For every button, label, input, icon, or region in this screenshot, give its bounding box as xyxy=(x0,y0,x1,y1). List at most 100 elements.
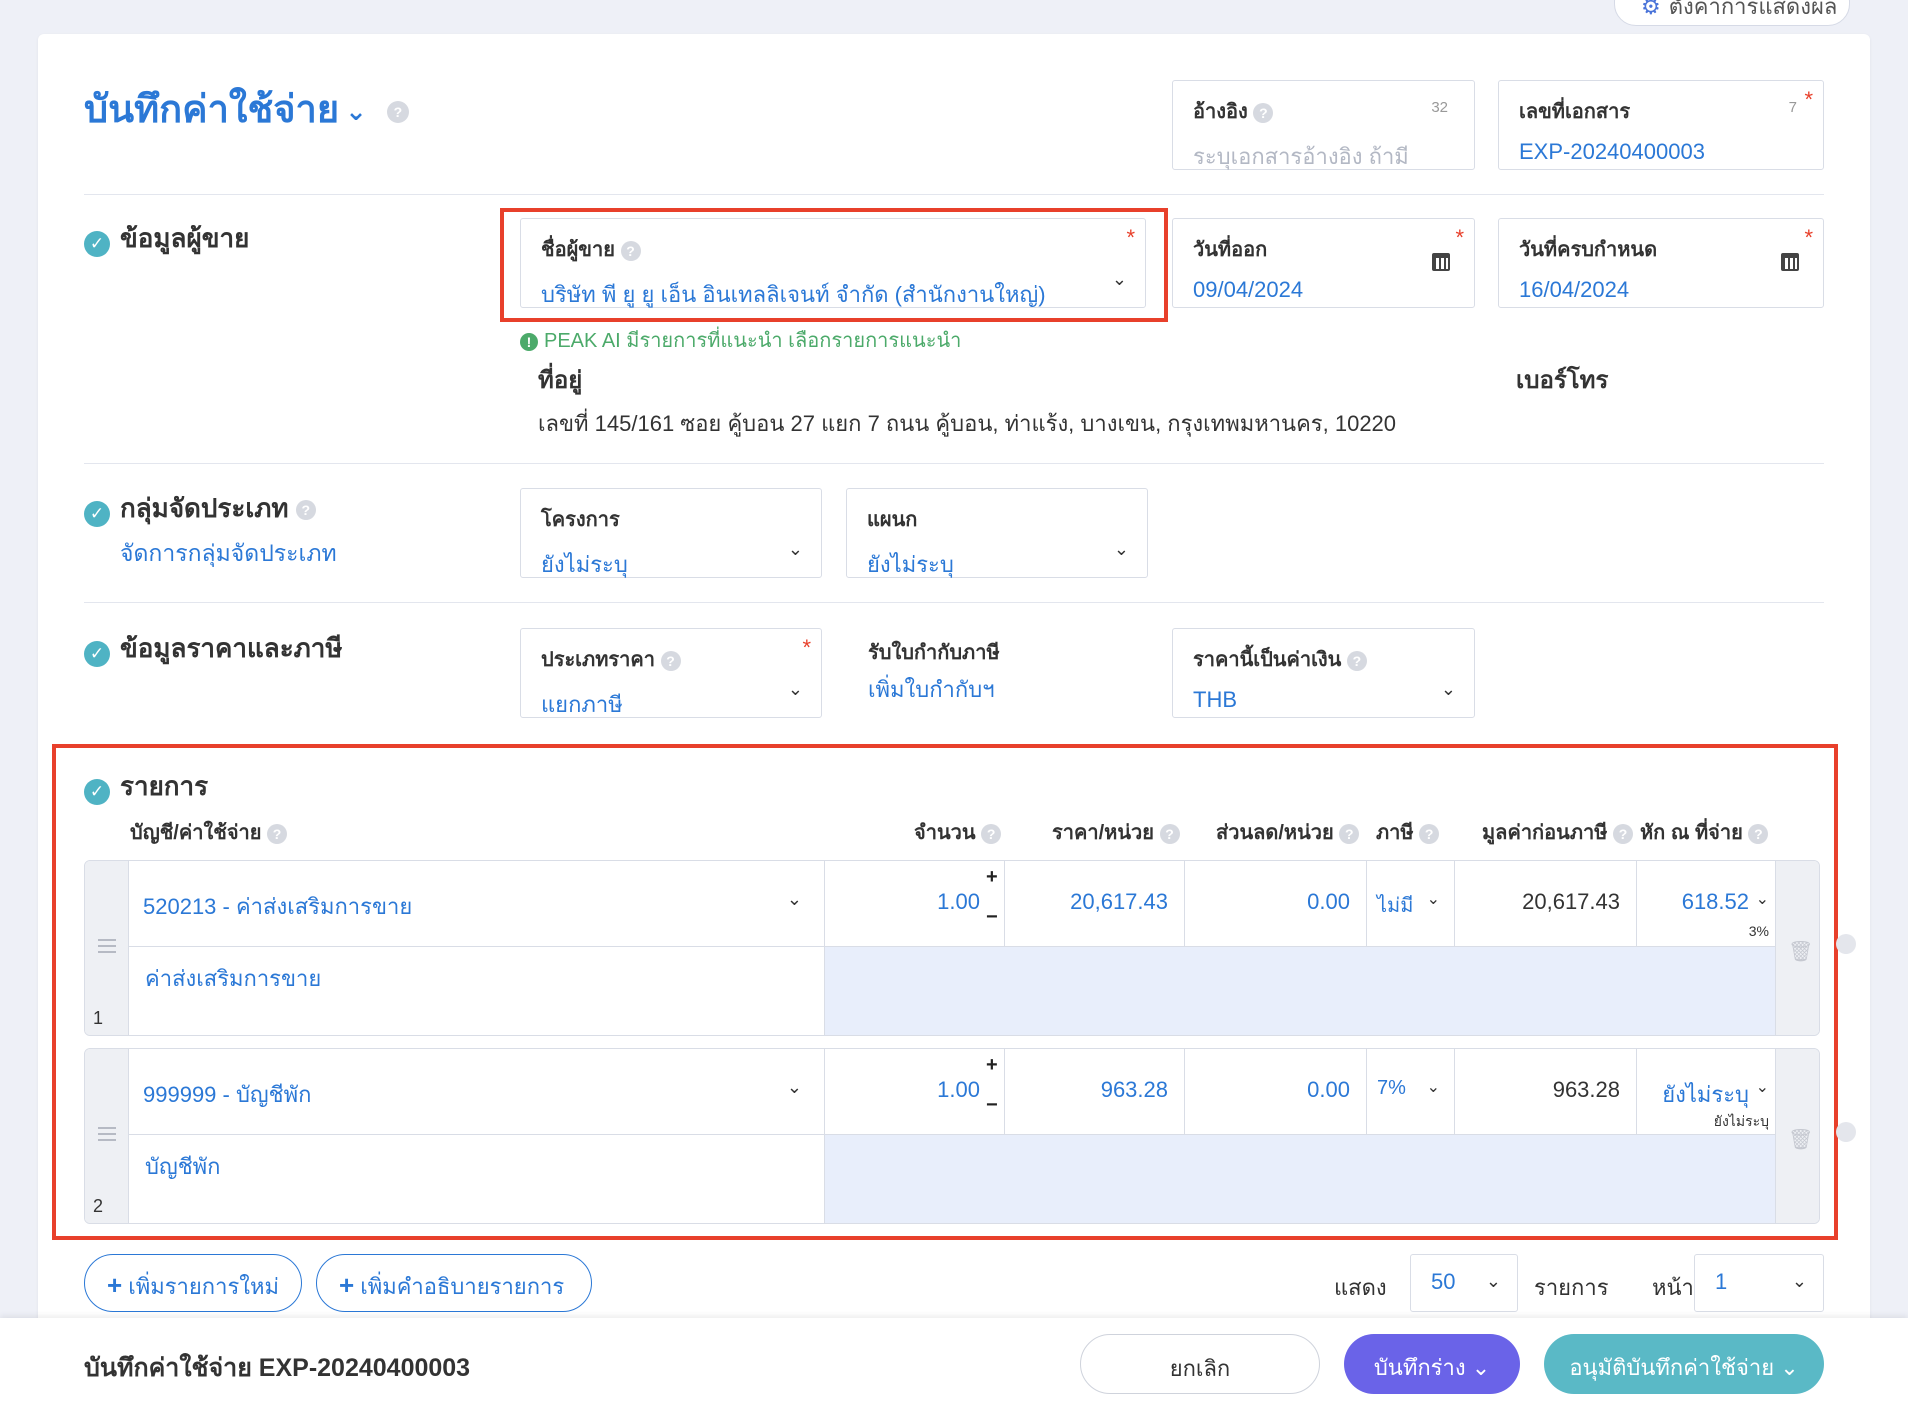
currency-field[interactable]: ราคานี้เป็นค่าเงิน ? THB ⌄ xyxy=(1172,628,1475,718)
check-circle-icon: ✓ xyxy=(84,501,110,527)
price-input[interactable]: 963.28 xyxy=(1005,1049,1185,1135)
page-size-value: 50 xyxy=(1431,1269,1456,1294)
manage-classification-link[interactable]: จัดการกลุ่มจัดประเภท xyxy=(120,536,337,572)
pricing-section-heading: ✓ ข้อมูลราคาและภาษี xyxy=(84,628,343,669)
reference-field[interactable]: อ้างอิง ? ระบุเอกสารอ้างอิง ถ้ามี 32 xyxy=(1172,80,1475,170)
calendar-icon[interactable] xyxy=(1781,253,1799,271)
department-select[interactable]: ยังไม่ระบุ xyxy=(867,547,1127,582)
issue-date-input[interactable]: 09/04/2024 xyxy=(1193,277,1454,303)
save-draft-button[interactable]: บันทึกร่าง ⌄ xyxy=(1344,1334,1520,1394)
wht-select[interactable]: ยังไม่ระบุ ⌄ ยังไม่ระบุ xyxy=(1637,1049,1777,1135)
delete-row-button[interactable]: 🗑 xyxy=(1775,1049,1819,1223)
classification-section-heading: ✓ กลุ่มจัดประเภท ? xyxy=(84,488,316,529)
chevron-down-icon[interactable]: ⌄ xyxy=(1114,539,1129,560)
discount-input[interactable]: 0.00 xyxy=(1185,861,1367,947)
approve-button[interactable]: อนุมัติบันทึกค่าใช้จ่าย ⌄ xyxy=(1544,1334,1824,1394)
chevron-down-icon[interactable]: ⌄ xyxy=(1112,269,1127,290)
help-icon[interactable]: ? xyxy=(1159,823,1180,844)
price-type-select[interactable]: แยกภาษี xyxy=(541,687,801,722)
chevron-down-icon[interactable]: ⌄ xyxy=(788,679,803,700)
help-icon[interactable]: ? xyxy=(1253,102,1274,123)
decrement-icon[interactable]: − xyxy=(986,906,998,929)
chevron-down-icon[interactable]: ⌄ xyxy=(788,539,803,560)
qty-input[interactable]: 1.00 xyxy=(825,861,1005,947)
add-item-label: เพิ่มรายการใหม่ xyxy=(128,1274,280,1299)
help-icon[interactable]: ? xyxy=(1339,823,1360,844)
page-title[interactable]: บันทึกค่าใช้จ่าย ⌄? xyxy=(84,78,409,139)
project-select[interactable]: ยังไม่ระบุ xyxy=(541,547,801,582)
account-select[interactable]: 999999 - บัญชีพัก ⌄ xyxy=(129,1049,825,1135)
doc-number-input[interactable]: EXP-20240400003 xyxy=(1519,139,1803,165)
increment-icon[interactable]: + xyxy=(986,866,998,889)
qty-input[interactable]: 1.00 xyxy=(825,1049,1005,1135)
trash-icon: 🗑 xyxy=(1788,1129,1814,1151)
wht-select[interactable]: 618.52 ⌄ 3% xyxy=(1637,861,1777,947)
classification-title: กลุ่มจัดประเภท xyxy=(120,493,289,523)
price-value: 20,617.43 xyxy=(1070,889,1168,914)
help-icon[interactable]: ? xyxy=(295,500,316,521)
chevron-down-icon: ⌄ xyxy=(1426,1079,1440,1096)
department-field[interactable]: แผนก ยังไม่ระบุ ⌄ xyxy=(846,488,1148,578)
row-number: 2 xyxy=(93,1196,104,1216)
ai-suggestion-notice[interactable]: ! PEAK AI มีรายการที่แนะนำ เลือกรายการแนะ… xyxy=(520,324,961,356)
pie-chart-icon[interactable] xyxy=(1836,1122,1856,1142)
help-icon[interactable]: ? xyxy=(1346,650,1367,671)
help-icon[interactable]: ? xyxy=(267,823,288,844)
tax-select[interactable]: 7% ⌄ xyxy=(1367,1049,1455,1135)
due-date-field[interactable]: วันที่ครบกำหนด 16/04/2024 * xyxy=(1498,218,1824,308)
add-description-button[interactable]: + เพิ่มคำอธิบายรายการ xyxy=(316,1254,592,1312)
help-icon[interactable]: ? xyxy=(620,240,641,261)
page-select[interactable]: 1 ⌄ xyxy=(1694,1254,1824,1312)
help-icon[interactable]: ? xyxy=(1748,823,1769,844)
col-wht-text: หัก ณ ที่จ่าย xyxy=(1640,822,1743,844)
doc-number-field[interactable]: เลขที่เอกสาร EXP-20240400003 7 * xyxy=(1498,80,1824,170)
increment-icon[interactable]: + xyxy=(986,1054,998,1077)
add-item-button[interactable]: + เพิ่มรายการใหม่ xyxy=(84,1254,302,1312)
chevron-down-icon: ⌄ xyxy=(786,1077,802,1097)
tax-select[interactable]: ไม่มี ⌄ xyxy=(1367,861,1455,947)
pie-chart-icon[interactable] xyxy=(1836,934,1856,954)
display-settings-button[interactable]: ⚙ ตั้งค่าการแสดงผล xyxy=(1614,0,1850,26)
price-type-field[interactable]: ประเภทราคา ? แยกภาษี * ⌄ xyxy=(520,628,822,718)
reference-input[interactable]: ระบุเอกสารอ้างอิง ถ้ามี xyxy=(1193,139,1454,174)
help-icon[interactable]: ? xyxy=(981,823,1002,844)
description-input[interactable]: บัญชีพัก xyxy=(129,1135,825,1223)
calendar-icon[interactable] xyxy=(1432,253,1450,271)
wht-rate: ยังไม่ระบุ xyxy=(1713,1113,1769,1129)
help-icon[interactable]: ? xyxy=(660,650,681,671)
currency-select[interactable]: THB xyxy=(1193,687,1454,713)
account-select[interactable]: 520213 - ค่าส่งเสริมการขาย ⌄ xyxy=(129,861,825,947)
due-date-input[interactable]: 16/04/2024 xyxy=(1519,277,1803,303)
vendor-name-select[interactable]: บริษัท พี ยู ยู เอ็น อินเทลลิเจนท์ จำกัด… xyxy=(541,277,1125,312)
help-icon[interactable]: ? xyxy=(386,100,409,123)
discount-value: 0.00 xyxy=(1307,889,1350,914)
drag-handle[interactable]: 1 xyxy=(85,861,129,1035)
description-input[interactable]: ค่าส่งเสริมการขาย xyxy=(129,947,825,1035)
issue-date-field[interactable]: วันที่ออก 09/04/2024 * xyxy=(1172,218,1475,308)
pricing-title: ข้อมูลราคาและภาษี xyxy=(120,633,343,663)
project-field[interactable]: โครงการ ยังไม่ระบุ ⌄ xyxy=(520,488,822,578)
help-icon[interactable]: ? xyxy=(1613,823,1634,844)
add-tax-invoice-link[interactable]: เพิ่มใบกำกับฯ xyxy=(868,672,995,707)
col-header-wht: หัก ณ ที่จ่าย ? xyxy=(1640,816,1769,848)
description-value: ค่าส่งเสริมการขาย xyxy=(145,966,322,991)
col-discount-text: ส่วนลด/หน่วย xyxy=(1216,822,1334,844)
cancel-button[interactable]: ยกเลิก xyxy=(1080,1334,1320,1394)
discount-input[interactable]: 0.00 xyxy=(1185,1049,1367,1135)
vendor-name-field[interactable]: ชื่อผู้ขาย ? บริษัท พี ยู ยู เอ็น อินเทล… xyxy=(520,218,1146,308)
trash-icon: 🗑 xyxy=(1788,941,1814,963)
delete-row-button[interactable]: 🗑 xyxy=(1775,861,1819,1035)
due-date-label: วันที่ครบกำหนด xyxy=(1519,239,1658,261)
description-value: บัญชีพัก xyxy=(145,1154,221,1179)
decrement-icon[interactable]: − xyxy=(986,1094,998,1117)
chevron-down-icon: ⌄ xyxy=(1755,1079,1769,1096)
chevron-down-icon[interactable]: ⌄ xyxy=(1441,679,1456,700)
page-size-select[interactable]: 50 ⌄ xyxy=(1410,1254,1518,1312)
ai-suggestion-text[interactable]: PEAK AI มีรายการที่แนะนำ เลือกรายการแนะน… xyxy=(544,330,961,352)
chevron-down-icon: ⌄ xyxy=(1755,891,1769,908)
help-icon[interactable]: ? xyxy=(1419,823,1440,844)
price-input[interactable]: 20,617.43 xyxy=(1005,861,1185,947)
account-value: 999999 - บัญชีพัก xyxy=(143,1082,312,1107)
divider xyxy=(84,463,1824,464)
drag-handle[interactable]: 2 xyxy=(85,1049,129,1223)
